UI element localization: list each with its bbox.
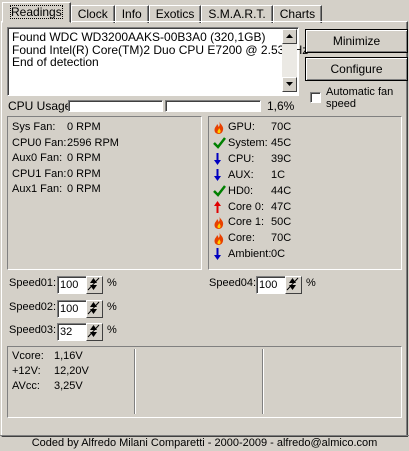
temperature-label: Ambient:: [228, 248, 272, 261]
speedfan-window: Readings Clock Info Exotics S.M.A.R.T. C…: [0, 0, 409, 451]
temperature-label: GPU:: [228, 121, 255, 133]
spin-arrows-icon: [87, 301, 100, 318]
temperature-value: 70C: [271, 232, 292, 245]
voltage-value: 1,16V: [54, 350, 83, 362]
configure-button[interactable]: Configure: [305, 57, 408, 81]
fan-label: Sys Fan:: [12, 121, 56, 133]
automatic-fan-speed-checkbox[interactable]: [310, 92, 321, 103]
down-arrow-icon: [213, 152, 225, 165]
fan-label: Aux1 Fan:: [12, 183, 63, 195]
automatic-fan-speed-label: Automatic fan speed: [326, 86, 394, 110]
tab-readings[interactable]: Readings: [2, 2, 71, 23]
minimize-button[interactable]: Minimize: [305, 29, 408, 53]
speed-unit: %: [107, 324, 117, 336]
scroll-up-button[interactable]: [282, 29, 297, 44]
speed-label: Speed01:: [9, 277, 57, 289]
credits-footer: Coded by Alfredo Milani Comparetti - 200…: [31, 437, 378, 449]
cpu-usage-label: CPU Usage: [8, 99, 72, 113]
cpu-usage-bar-1: [68, 100, 163, 112]
speed-unit: %: [107, 277, 117, 289]
down-arrow-icon: [213, 168, 225, 181]
temperature-label: Core:: [228, 232, 255, 245]
voltage-value: 12,20V: [54, 365, 89, 377]
spin-arrows-icon: [87, 277, 100, 294]
cpu-usage-value: 1,6%: [267, 99, 295, 113]
speed-input[interactable]: 100: [57, 300, 87, 318]
speed-unit: %: [306, 277, 316, 289]
log-line: Found WDC WD3200AAKS-00B3A0 (320,1GB): [12, 30, 266, 44]
voltage-separator: [134, 349, 135, 414]
speed-label: Speed03:: [9, 324, 57, 336]
flame-icon: [213, 216, 225, 230]
detection-log[interactable]: Found WDC WD3200AAKS-00B3A0 (320,1GB) Fo…: [7, 27, 308, 96]
voltage-value: 3,25V: [54, 380, 83, 392]
speed-input[interactable]: 100: [57, 276, 87, 294]
temperature-label: Core 1:: [228, 216, 265, 229]
speed-spin-button[interactable]: [285, 276, 302, 294]
voltage-label: Vcore:: [12, 350, 44, 362]
voltage-separator: [262, 349, 263, 414]
fan-value: 0 RPM: [67, 183, 101, 195]
speed-spin-button[interactable]: [86, 323, 103, 341]
checkmark-icon: [213, 184, 226, 197]
fan-label: Aux0 Fan:: [12, 152, 63, 164]
checkmark-icon: [213, 137, 226, 149]
fan-label: CPU0 Fan:: [12, 136, 67, 149]
voltage-label: +12V:: [12, 365, 41, 377]
speed-input[interactable]: 100: [256, 276, 286, 294]
log-scrollbar[interactable]: [282, 29, 297, 92]
speed-spin-button[interactable]: [86, 300, 103, 318]
fan-value: 0 RPM: [67, 167, 101, 180]
temperature-label: CPU:: [228, 152, 255, 165]
temperature-label: Core 0:: [228, 200, 265, 213]
speed-label: Speed02:: [9, 301, 57, 313]
fan-label: CPU1 Fan:: [12, 167, 67, 180]
speed-input[interactable]: 32: [57, 323, 87, 341]
tab-strip: Readings Clock Info Exotics S.M.A.R.T. C…: [2, 2, 323, 23]
temperature-label: AUX:: [228, 168, 254, 181]
up-arrow-icon: [286, 34, 293, 38]
temperature-value: 0C: [271, 248, 286, 261]
down-arrow-icon: [286, 82, 293, 86]
down-arrow-icon: [213, 248, 225, 261]
fan-value: 0 RPM: [67, 152, 101, 164]
flame-icon: [213, 121, 225, 134]
log-line: End of detection: [12, 55, 99, 69]
temperature-value: 50C: [271, 216, 292, 229]
spin-arrows-icon: [286, 277, 299, 294]
temperature-label: HD0:: [228, 184, 254, 197]
up-arrow-icon: [213, 200, 225, 213]
fan-value: 0 RPM: [67, 121, 101, 133]
temperature-value: 1C: [271, 168, 286, 181]
temperature-value: 70C: [271, 121, 292, 133]
cpu-usage-bar-2: [165, 100, 261, 112]
scroll-down-button[interactable]: [282, 77, 297, 92]
temperature-value: 39C: [271, 152, 292, 165]
speed-spin-button[interactable]: [86, 276, 103, 294]
voltage-label: AVcc:: [12, 380, 40, 392]
temperature-label: System:: [228, 136, 268, 149]
temperature-value: 47C: [271, 200, 292, 213]
speed-unit: %: [107, 301, 117, 313]
fan-value: 2596 RPM: [67, 136, 119, 149]
spin-arrows-icon: [87, 324, 100, 341]
temperature-value: 45C: [271, 136, 292, 149]
flame-icon: [213, 232, 225, 246]
temperature-value: 44C: [271, 184, 292, 197]
speed-label: Speed04:: [209, 277, 257, 289]
